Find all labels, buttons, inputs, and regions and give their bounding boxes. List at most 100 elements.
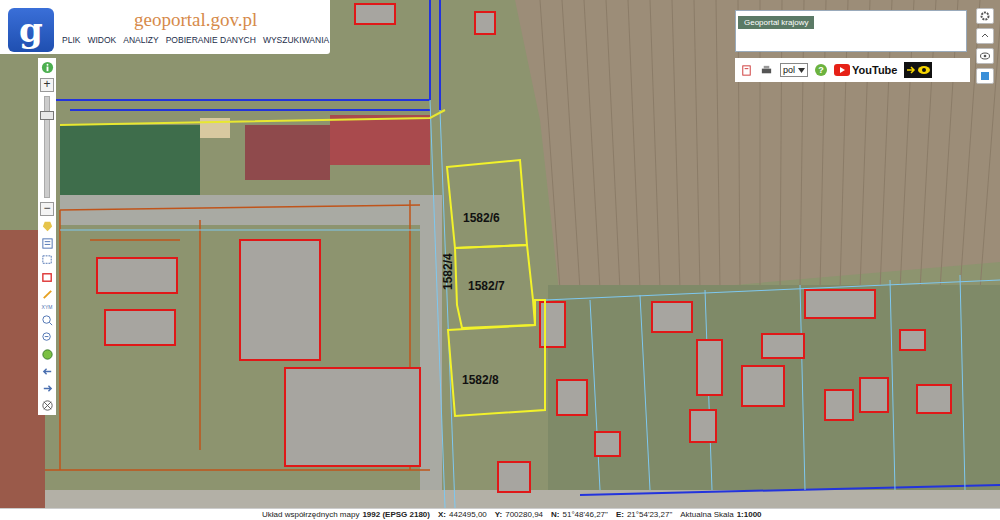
- document-icon[interactable]: [740, 64, 753, 77]
- parcel-label: 1582/6: [463, 211, 500, 225]
- forward-icon[interactable]: [41, 382, 54, 395]
- pan-icon[interactable]: [41, 220, 54, 233]
- building-outline: [595, 432, 620, 456]
- eye-icon: [980, 52, 990, 60]
- field-furrow: [562, 0, 580, 290]
- language-select[interactable]: pol: [780, 63, 808, 77]
- aerial-imagery: [0, 0, 1000, 508]
- gear-icon: [980, 11, 990, 21]
- logo-text[interactable]: geoportal.gov.pl: [62, 10, 257, 29]
- building-outline: [355, 4, 395, 24]
- building: [240, 240, 320, 360]
- zoom-out-button[interactable]: −: [40, 202, 54, 216]
- right-toolbar: [975, 8, 995, 84]
- building-outline: [240, 240, 320, 360]
- coord-e: E:21°54'23,27": [616, 510, 672, 519]
- menu-item[interactable]: ANALIZY: [123, 35, 158, 45]
- parcel-outline: [60, 110, 445, 125]
- field-furrow: [606, 0, 620, 290]
- scale: Aktualna Skala1:1000: [680, 510, 761, 519]
- globe-icon[interactable]: [41, 348, 54, 361]
- building-outline: [917, 385, 951, 413]
- building: [900, 330, 925, 350]
- building-outline: [690, 410, 716, 442]
- building-outline: [475, 12, 495, 34]
- coord-y: Y:700280,94: [495, 510, 543, 519]
- utility-line: [439, 0, 441, 110]
- parking: [60, 195, 440, 225]
- field-furrow: [716, 0, 720, 290]
- map-area[interactable]: 1582/6 1582/7 1582/8 1582/4 g geoportal.gov.p…: [0, 0, 1000, 508]
- parcel-boundary: [640, 295, 650, 490]
- parcel-boundary: [960, 275, 965, 490]
- menu-item[interactable]: POBIERANIE DANYCH: [166, 35, 256, 45]
- building-outline: [742, 366, 784, 406]
- layers-icon[interactable]: [41, 237, 54, 250]
- field-furrow: [694, 0, 700, 290]
- view-button[interactable]: [976, 48, 994, 64]
- parcel-label: 1582/7: [468, 279, 505, 293]
- parcel-boundary: [430, 100, 445, 508]
- zoom-box-icon[interactable]: [41, 314, 54, 327]
- zoom-in-button[interactable]: +: [40, 78, 54, 92]
- zoom-slider[interactable]: [44, 96, 50, 198]
- menu-item[interactable]: WYSZUKIWANIA: [263, 35, 329, 45]
- utility-line: [429, 0, 431, 100]
- field-furrow: [628, 0, 640, 290]
- draw-icon[interactable]: [41, 288, 54, 301]
- zoom-out-box-icon[interactable]: [41, 331, 54, 344]
- building: [690, 410, 716, 442]
- overview-map[interactable]: Geoportal krajowy: [735, 10, 967, 52]
- building-outline: [105, 310, 175, 345]
- parcel-boundary: [890, 280, 895, 490]
- panel-button[interactable]: [976, 68, 994, 84]
- utility-line: [580, 485, 1000, 495]
- building-outline: [860, 378, 888, 412]
- chevron-icon: [981, 32, 989, 40]
- help-button[interactable]: ?: [815, 64, 827, 76]
- parcel-outline: [447, 160, 527, 248]
- main-menu: PLIK WIDOK ANALIZY POBIERANIE DANYCH WYSZUKI…: [62, 35, 329, 45]
- expand-button[interactable]: [976, 28, 994, 44]
- field-furrow: [584, 0, 600, 290]
- parcel-outline: [448, 300, 545, 416]
- field-furrow: [672, 0, 680, 290]
- parcel[interactable]: 1582/7: [455, 245, 535, 328]
- sports-court: [330, 115, 430, 165]
- full-extent-icon[interactable]: [41, 399, 54, 412]
- accessibility-button[interactable]: [904, 62, 932, 78]
- parcel-outline: [455, 245, 535, 328]
- settings-button[interactable]: [976, 8, 994, 24]
- parcel[interactable]: 1582/4: [441, 253, 455, 290]
- parcel[interactable]: 1582/8: [448, 300, 545, 416]
- delete-icon[interactable]: [41, 271, 54, 284]
- parcel-label: 1582/8: [462, 373, 499, 387]
- menu-item[interactable]: WIDOK: [87, 35, 116, 45]
- select-icon[interactable]: [41, 254, 54, 267]
- building-outline: [557, 380, 587, 415]
- logo-icon[interactable]: g: [8, 8, 54, 52]
- building: [825, 390, 853, 420]
- building-outline: [97, 258, 177, 293]
- arrow-icon: [907, 66, 917, 74]
- building: [97, 258, 177, 293]
- print-icon[interactable]: [760, 64, 773, 77]
- info-icon[interactable]: [41, 61, 54, 74]
- field: [515, 0, 1000, 300]
- zoom-slider-handle[interactable]: [40, 111, 54, 120]
- building-outline: [805, 290, 875, 318]
- field-furrow: [650, 0, 660, 290]
- back-icon[interactable]: [41, 365, 54, 378]
- panel-icon: [980, 71, 990, 81]
- parcel-label: 1582/4: [441, 253, 455, 290]
- gas-line: [45, 469, 430, 471]
- youtube-link[interactable]: YouTube: [834, 64, 897, 76]
- coord-x: X:442495,00: [438, 510, 487, 519]
- building: [557, 380, 587, 415]
- youtube-label: YouTube: [852, 64, 897, 76]
- menu-item[interactable]: PLIK: [62, 35, 80, 45]
- top-icon-row: pol? YouTube: [735, 58, 970, 82]
- sports-field: [60, 125, 200, 195]
- coordinates-tool[interactable]: XYM: [42, 305, 53, 310]
- parcel[interactable]: 1582/6: [447, 160, 527, 248]
